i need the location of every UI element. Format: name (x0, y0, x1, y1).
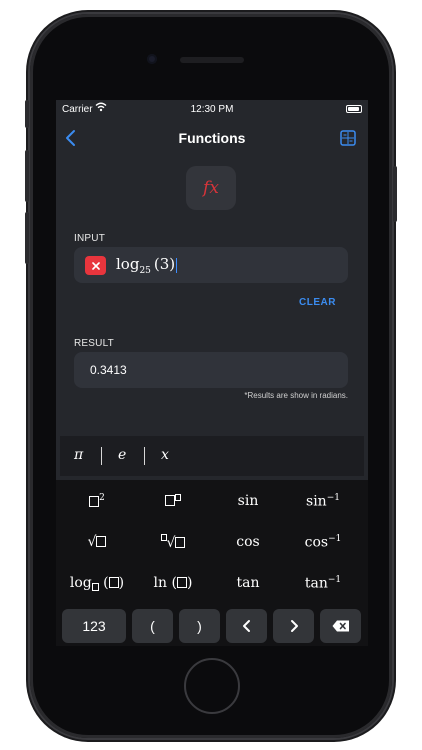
cursor-right-key[interactable] (273, 609, 314, 643)
clear-input-icon[interactable] (85, 256, 106, 275)
placeholder-box-icon (176, 577, 187, 588)
placeholder-box-icon (89, 495, 100, 507)
arcsin-key[interactable]: sin−1 (284, 493, 362, 510)
ln-label: ln (153, 575, 168, 591)
input-expression[interactable]: log25 (3) (116, 255, 178, 276)
square-root-key[interactable]: √ (58, 534, 136, 550)
placeholder-box-icon (96, 536, 107, 547)
close-paren-key[interactable]: ) (179, 609, 220, 643)
sin-key[interactable]: sin (209, 493, 287, 509)
e-key[interactable]: e (118, 447, 126, 463)
x-key[interactable]: x (161, 447, 169, 463)
placeholder-box-icon (165, 495, 175, 506)
clear-button[interactable]: CLEAR (299, 297, 336, 308)
calculator-icon[interactable] (340, 130, 356, 151)
status-bar: Carrier 12:30 PM (56, 100, 368, 120)
placeholder-box-icon (175, 537, 186, 548)
status-time: 12:30 PM (190, 104, 234, 115)
backspace-icon (332, 620, 349, 632)
arccos-exponent: −1 (328, 534, 342, 544)
numeric-mode-key[interactable]: 123 (62, 609, 126, 643)
power-key[interactable] (134, 493, 212, 509)
fx-icon: fx (186, 166, 236, 210)
page-title: Functions (178, 130, 246, 146)
volume-up-button (25, 150, 29, 202)
expression-argument: (3) (153, 255, 176, 273)
result-field: 0.3413 (74, 352, 348, 388)
front-camera (147, 54, 157, 64)
app-screen: Carrier 12:30 PM Functions fx INPUT log2… (56, 100, 368, 646)
navigation-bar: Functions (56, 120, 368, 156)
nth-root-key[interactable]: √ (134, 534, 212, 551)
earpiece-speaker (180, 57, 244, 63)
input-field[interactable]: log25 (3) (74, 247, 348, 283)
placeholder-exponent-box-icon (175, 494, 181, 501)
log-label: log (69, 575, 92, 591)
expression-base: 25 (139, 266, 151, 276)
result-label: RESULT (74, 338, 114, 349)
radical-icon: √ (87, 534, 97, 550)
backspace-key[interactable] (320, 609, 361, 643)
arctan-exponent: −1 (327, 575, 342, 585)
placeholder-base-box-icon (91, 583, 99, 591)
arcsin-exponent: −1 (326, 493, 340, 503)
arctan-label: tan (304, 575, 328, 592)
constants-divider (101, 447, 102, 465)
input-label: INPUT (74, 233, 105, 244)
arccos-key[interactable]: cos−1 (284, 534, 362, 551)
constants-bar: π e x (60, 436, 364, 476)
square-exponent: 2 (99, 493, 105, 503)
arccos-label: cos (304, 534, 329, 551)
power-button (393, 166, 397, 222)
square-key[interactable]: 2 (58, 493, 136, 510)
radians-note: *Results are show in radians. (244, 391, 348, 400)
open-paren-key[interactable]: ( (132, 609, 173, 643)
log-key[interactable]: log () (58, 575, 136, 591)
fx-icon-text: fx (203, 178, 219, 198)
tan-key[interactable]: tan (209, 575, 287, 591)
arctan-key[interactable]: tan−1 (284, 575, 362, 592)
chevron-left-icon (242, 620, 250, 632)
result-value: 0.3413 (90, 363, 127, 377)
expression-function: log (116, 255, 140, 273)
radical-icon: √ (166, 535, 176, 551)
placeholder-box-icon (108, 577, 119, 588)
ln-key[interactable]: ln () (134, 575, 212, 591)
arcsin-label: sin (306, 493, 327, 510)
volume-down-button (25, 212, 29, 264)
cursor-left-key[interactable] (226, 609, 267, 643)
home-button[interactable] (184, 658, 240, 714)
mute-switch (25, 100, 29, 128)
constants-divider (144, 447, 145, 465)
text-cursor (176, 257, 178, 273)
cos-key[interactable]: cos (209, 534, 287, 550)
pi-key[interactable]: π (74, 447, 83, 463)
chevron-right-icon (290, 620, 298, 632)
battery-icon (346, 105, 362, 113)
